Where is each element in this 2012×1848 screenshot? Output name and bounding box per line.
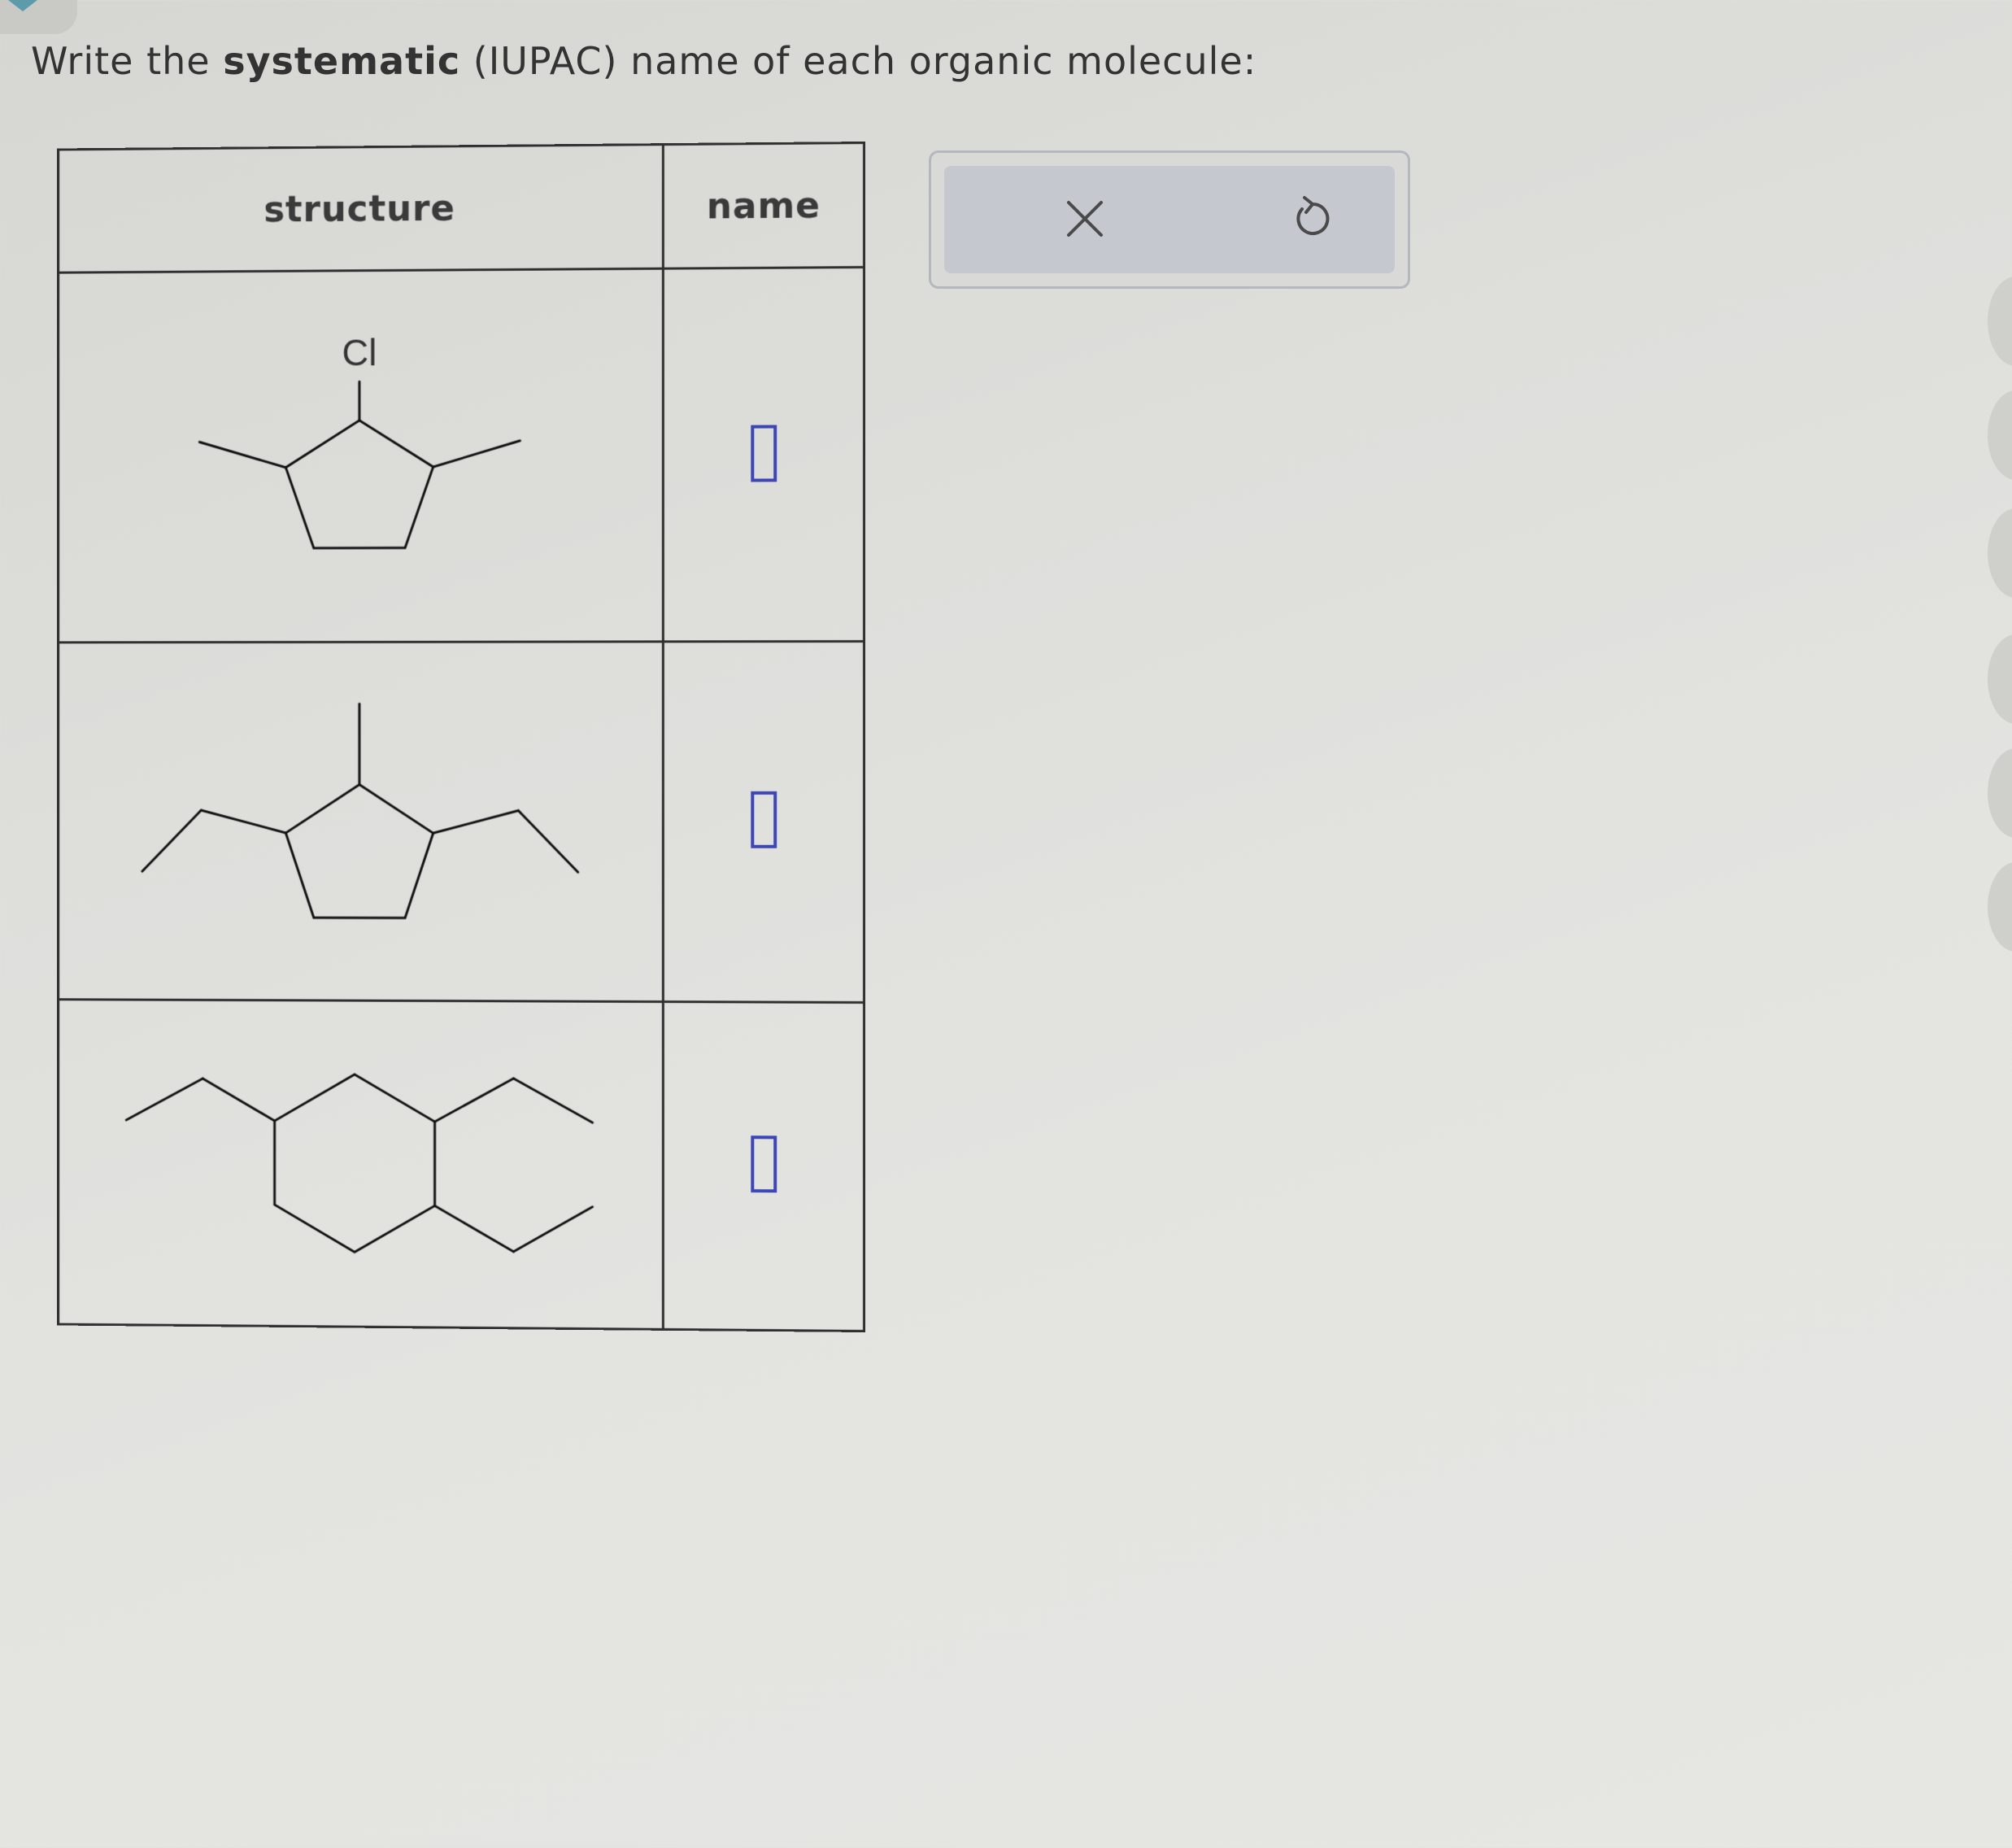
header-structure: structure <box>58 144 664 273</box>
bond-ethyl-right-bottom-2 <box>513 1206 592 1252</box>
name-answer-input-1[interactable] <box>750 425 777 482</box>
chevron-down-icon <box>8 0 37 11</box>
prompt-text-before: Write the <box>31 39 211 83</box>
table-header-row: structure name <box>58 142 864 273</box>
structure-cell: Cl <box>58 268 664 643</box>
chlorine-label: Cl <box>342 332 377 373</box>
name-answer-input-3[interactable] <box>750 1135 777 1193</box>
name-cell <box>663 641 864 1003</box>
molecule-triethylcyclohexane <box>120 1066 600 1262</box>
side-tool-button[interactable] <box>1988 862 2012 952</box>
structure-cell <box>58 641 664 1002</box>
close-icon <box>1067 201 1103 237</box>
side-reference-button[interactable] <box>1988 508 2012 598</box>
name-cell <box>663 267 864 642</box>
table-row <box>58 641 864 1003</box>
bond-ethyl-right-top-1 <box>435 1079 514 1122</box>
side-periodic-table-button[interactable] <box>1988 634 2012 724</box>
prompt-text-after: (IUPAC) name of each organic molecule: <box>473 39 1257 83</box>
header-name: name <box>663 142 864 269</box>
prompt-text-bold: systematic <box>223 39 461 83</box>
collapse-tab[interactable] <box>0 0 77 34</box>
molecule-diethylmethylcyclopentane <box>136 695 585 947</box>
molecule-chlorodimethylcyclopentane: Cl <box>192 332 529 590</box>
table-row <box>58 999 864 1332</box>
clear-button[interactable] <box>1052 186 1117 251</box>
side-tool-button[interactable] <box>1988 748 2012 838</box>
bond-ethyl-right-top-2 <box>513 1079 592 1122</box>
structure-cell <box>58 999 664 1330</box>
bond-methyl-right <box>433 440 520 466</box>
bond-ethyl-right-bottom-1 <box>435 1206 514 1252</box>
bond-methyl-left <box>199 442 285 468</box>
answer-toolbar <box>929 150 1410 289</box>
side-help-button[interactable] <box>1988 277 2012 366</box>
bond-ethyl-left-1 <box>203 1079 274 1121</box>
side-calculator-button[interactable] <box>1988 390 2012 480</box>
question-table: structure name Cl <box>57 142 865 1332</box>
bond-ethyl-left-1 <box>201 810 285 833</box>
table-row: Cl <box>58 267 864 643</box>
toolbar-panel <box>944 166 1395 273</box>
bond-ethyl-right-2 <box>518 811 577 873</box>
undo-button[interactable] <box>1280 186 1345 251</box>
name-answer-input-2[interactable] <box>750 791 777 849</box>
bond-ethyl-left-2 <box>126 1079 203 1121</box>
ring-cyclopentane <box>285 785 433 918</box>
bond-ethyl-left-2 <box>142 810 201 871</box>
ring-cyclohexane <box>275 1074 435 1253</box>
name-cell <box>663 1001 864 1332</box>
undo-icon <box>1296 196 1330 235</box>
bond-ethyl-right-1 <box>433 811 519 834</box>
ring-cyclopentane <box>285 420 433 548</box>
question-prompt: Write the systematic (IUPAC) name of eac… <box>31 39 1256 83</box>
